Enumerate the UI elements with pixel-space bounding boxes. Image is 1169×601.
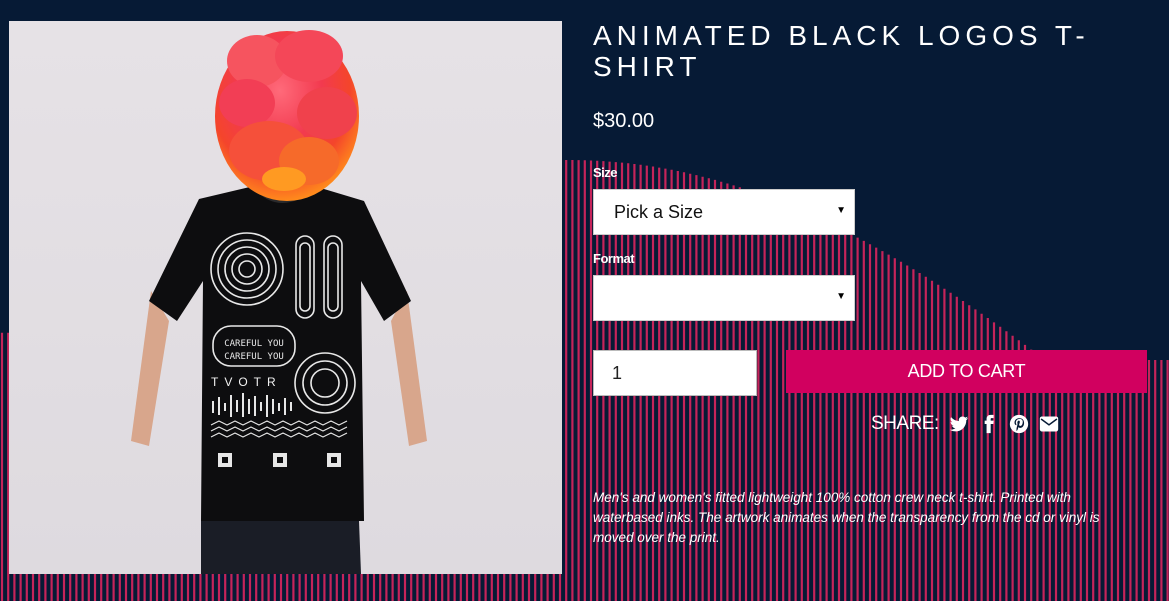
quantity-input[interactable] [593,350,757,396]
size-select-value: Pick a Size [614,201,704,222]
shirt-print-band-text-2: CAREFUL YOU [224,352,284,362]
share-bar: SHARE: [871,412,1059,436]
add-to-cart-button[interactable]: ADD TO CART [786,350,1147,393]
format-select[interactable]: ▼ [593,275,855,321]
email-icon[interactable] [1039,414,1059,434]
chevron-down-icon: ▼ [836,291,846,302]
pinterest-icon[interactable] [1009,414,1029,434]
product-image[interactable]: CAREFUL YOU CAREFUL YOU TVOTR [9,21,562,574]
facebook-icon[interactable] [979,414,999,434]
product-description: Men's and women's fitted lightweight 100… [593,490,1100,545]
format-label: Format [593,251,635,266]
share-label: SHARE: [871,413,939,434]
product-title: ANIMATED BLACK LOGOS T-SHIRT [593,20,1090,82]
shirt-print-logo-word: TVOTR [211,375,282,389]
size-label: Size [593,165,618,180]
chevron-down-icon: ▼ [836,205,846,216]
shirt-print-band-text: CAREFUL YOU [224,339,284,349]
twitter-icon[interactable] [949,414,969,434]
size-select[interactable]: Pick a Size ▼ [593,189,855,235]
product-price: $30.00 [593,110,655,132]
